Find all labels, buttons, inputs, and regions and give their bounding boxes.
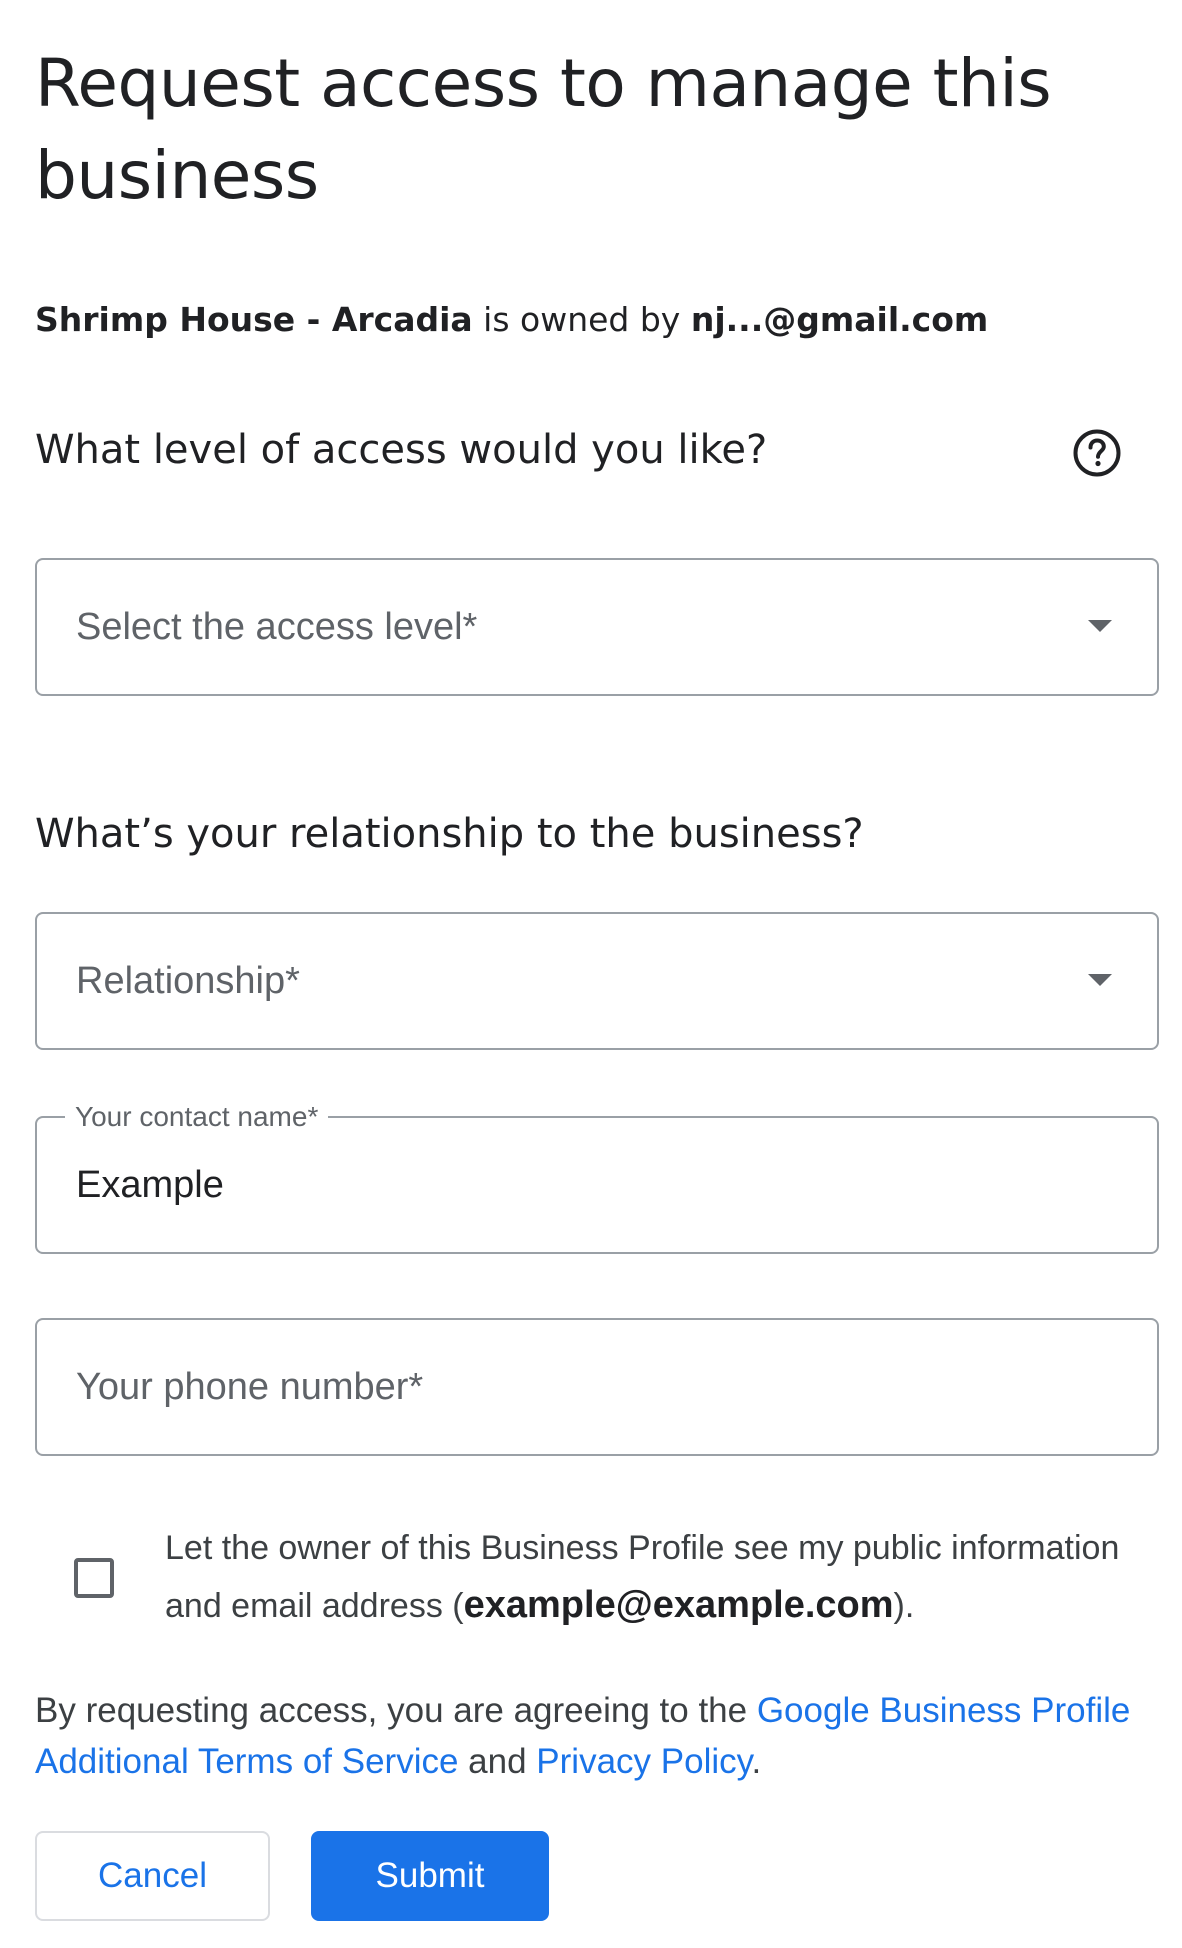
consent-text-end: ). bbox=[893, 1587, 915, 1625]
terms-prefix: By requesting access, you are agreeing t… bbox=[35, 1691, 757, 1730]
contact-name-value: Example bbox=[76, 1164, 224, 1206]
consent-checkbox[interactable] bbox=[74, 1558, 114, 1598]
ownership-line: Shrimp House - Arcadia is owned by nj...… bbox=[35, 296, 988, 344]
access-level-select[interactable]: Select the access level* bbox=[35, 558, 1159, 696]
dropdown-arrow-icon bbox=[1088, 974, 1112, 986]
cancel-button[interactable]: Cancel bbox=[35, 1831, 270, 1921]
relationship-question: What’s your relationship to the business… bbox=[35, 811, 864, 857]
request-access-page: Request access to manage this business S… bbox=[0, 0, 1182, 1948]
access-level-placeholder: Select the access level* bbox=[76, 606, 478, 648]
contact-name-field[interactable]: Your contact name* Example bbox=[35, 1100, 1159, 1254]
submit-button[interactable]: Submit bbox=[311, 1831, 549, 1921]
page-title: Request access to manage this business bbox=[35, 45, 1052, 214]
consent-email: example@example.com bbox=[463, 1584, 894, 1626]
phone-number-field[interactable]: Your phone number* bbox=[35, 1318, 1159, 1456]
consent-text: Let the owner of this Business Profile s… bbox=[165, 1520, 1165, 1635]
contact-name-label: Your contact name* bbox=[65, 1100, 329, 1134]
relationship-select[interactable]: Relationship* bbox=[35, 912, 1159, 1050]
terms-notice: By requesting access, you are agreeing t… bbox=[35, 1685, 1165, 1787]
relationship-placeholder: Relationship* bbox=[76, 960, 300, 1002]
terms-suffix: . bbox=[751, 1742, 762, 1781]
consent-row: Let the owner of this Business Profile s… bbox=[35, 1520, 1159, 1650]
dropdown-arrow-icon bbox=[1088, 620, 1112, 632]
help-circle-icon[interactable] bbox=[1072, 428, 1122, 478]
phone-number-placeholder: Your phone number* bbox=[76, 1366, 424, 1408]
access-level-question: What level of access would you like? bbox=[35, 427, 768, 473]
ownership-connector: is owned by bbox=[472, 300, 691, 339]
business-name: Shrimp House - Arcadia bbox=[35, 300, 473, 339]
terms-middle: and bbox=[458, 1742, 537, 1781]
privacy-policy-link[interactable]: Privacy Policy bbox=[536, 1742, 751, 1781]
owner-email: nj...@gmail.com bbox=[690, 300, 989, 339]
